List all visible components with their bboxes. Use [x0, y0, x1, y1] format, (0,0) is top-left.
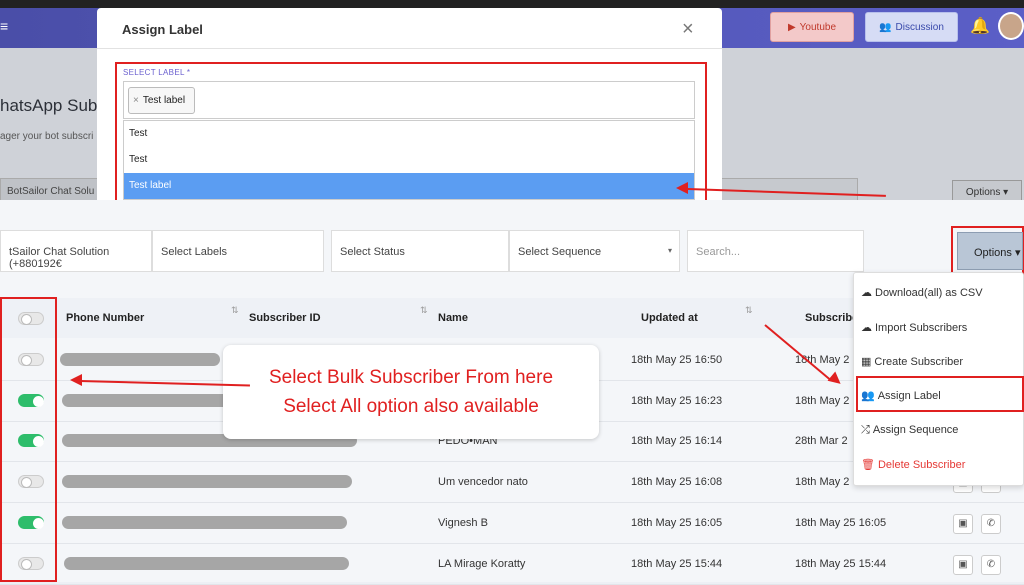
whatsapp-icon[interactable]: ✆: [981, 555, 1001, 575]
sequence-placeholder: Select Sequence: [518, 246, 602, 258]
menu-item-label: Import Subscribers: [875, 322, 968, 334]
arrow-head: [676, 182, 688, 194]
briefcase-icon[interactable]: ▣: [953, 514, 973, 534]
sort-icon[interactable]: ⇅: [420, 305, 428, 316]
annotation-callout: Select Bulk Subscriber From here Select …: [223, 345, 599, 439]
labels-select[interactable]: Select Labels: [152, 230, 324, 272]
youtube-icon: ▶: [787, 21, 796, 33]
chip-remove-icon[interactable]: ×: [133, 95, 139, 106]
label-select-input[interactable]: [123, 81, 695, 119]
select-label-caption: SELECT LABEL *: [123, 68, 191, 77]
menu-item-label: Assign Sequence: [872, 424, 959, 436]
cell-subscribed: 18th May 25 16:05: [795, 517, 887, 529]
avatar[interactable]: [998, 12, 1024, 40]
cell-name: LA Mirage Koratty: [438, 558, 526, 570]
label-option-selected[interactable]: Test label: [124, 173, 694, 199]
whatsapp-icon[interactable]: ✆: [981, 514, 1001, 534]
cell-updated: 18th May 25 16:23: [631, 395, 723, 407]
shuffle-icon: ⤮: [861, 424, 870, 436]
cell-name: Vignesh B: [438, 517, 488, 529]
discussion-button[interactable]: 👥 Discussion: [865, 12, 958, 42]
status-select[interactable]: Select Status: [331, 230, 509, 272]
highlight-box-checkboxes: [0, 297, 57, 582]
menu-item-create-subscriber[interactable]: ▦ Create Subscriber: [854, 344, 1024, 378]
top-strip: [0, 0, 1024, 8]
cell-subscribed: 18th May 2: [795, 395, 850, 407]
sequence-select[interactable]: Select Sequence ▾: [509, 230, 680, 272]
create-icon: ▦: [861, 356, 872, 368]
hamburger-icon[interactable]: ≡: [0, 18, 8, 34]
label-option[interactable]: Test: [124, 121, 694, 147]
menu-item-label: Create Subscriber: [874, 356, 964, 368]
modal-title: Assign Label: [122, 22, 203, 37]
discussion-label: Discussion: [895, 21, 944, 33]
menu-item-delete-subscriber[interactable]: 🗑 Delete Subscriber: [854, 447, 1024, 481]
menu-item-import-subscribers[interactable]: ☁ Import Subscribers: [854, 310, 1024, 344]
selected-label-chip[interactable]: × Test label: [128, 87, 195, 114]
redacted-phone: [62, 394, 237, 407]
menu-item-label: Delete Subscriber: [877, 459, 966, 471]
cloud-upload-icon: ☁: [861, 322, 872, 334]
sort-icon[interactable]: ⇅: [745, 305, 753, 316]
redacted-phone: [62, 516, 347, 529]
column-header-name[interactable]: Name: [438, 312, 468, 324]
cell-updated: 18th May 25 16:08: [631, 476, 723, 488]
youtube-label: Youtube: [799, 21, 837, 33]
redacted-phone: [64, 557, 349, 570]
cloud-download-icon: ☁: [861, 287, 872, 299]
options-button[interactable]: Options ▾: [957, 232, 1023, 270]
chevron-down-icon: ▾: [668, 246, 673, 255]
page-title: hatsApp Sub: [0, 96, 98, 115]
menu-item-label: Download(all) as CSV: [875, 287, 983, 299]
close-icon[interactable]: ×: [682, 18, 694, 41]
column-header-phone[interactable]: Phone Number: [66, 312, 144, 324]
cell-updated: 18th May 25 15:44: [631, 558, 723, 570]
cell-updated: 18th May 25 16:50: [631, 354, 723, 366]
modal-divider: [97, 48, 722, 49]
annotation-line-1: Select Bulk Subscriber From here: [268, 367, 554, 388]
page-subtitle: ager your bot subscri: [0, 131, 94, 142]
menu-item-download-csv[interactable]: ☁ Download(all) as CSV: [854, 275, 1024, 309]
label-options-list: Test Test Test label: [123, 120, 695, 200]
column-header-subscribed[interactable]: Subscribe: [805, 312, 858, 324]
chip-label: Test label: [142, 95, 186, 106]
redacted-phone: [62, 475, 352, 488]
highlight-box-assign-label: [856, 376, 1024, 412]
column-header-subscriber-id[interactable]: Subscriber ID: [249, 312, 321, 324]
sort-icon[interactable]: ⇅: [231, 305, 239, 316]
redacted-phone: [60, 353, 220, 366]
label-option[interactable]: Test: [124, 147, 694, 173]
column-header-updated[interactable]: Updated at: [641, 312, 698, 324]
cell-subscribed: 18th May 25 15:44: [795, 558, 887, 570]
cell-subscribed: 18th May 2: [795, 476, 850, 488]
account-select[interactable]: tSailor Chat Solution (+880192€: [0, 230, 152, 272]
discussion-icon: 👥: [879, 21, 892, 33]
annotation-line-2: Select All option also available: [283, 396, 539, 417]
bell-icon[interactable]: 🔔: [970, 16, 990, 36]
arrow-head: [70, 374, 82, 386]
menu-item-assign-sequence[interactable]: ⤮ Assign Sequence: [854, 413, 1024, 447]
cell-updated: 18th May 25 16:05: [631, 517, 723, 529]
briefcase-icon[interactable]: ▣: [953, 555, 973, 575]
youtube-button[interactable]: ▶ Youtube: [770, 12, 854, 42]
trash-icon: 🗑: [861, 459, 875, 471]
cell-subscribed: 28th Mar 2: [795, 435, 848, 447]
cell-updated: 18th May 25 16:14: [631, 435, 723, 447]
search-input[interactable]: Search...: [687, 230, 864, 272]
cell-name: Um vencedor nato: [438, 476, 528, 488]
